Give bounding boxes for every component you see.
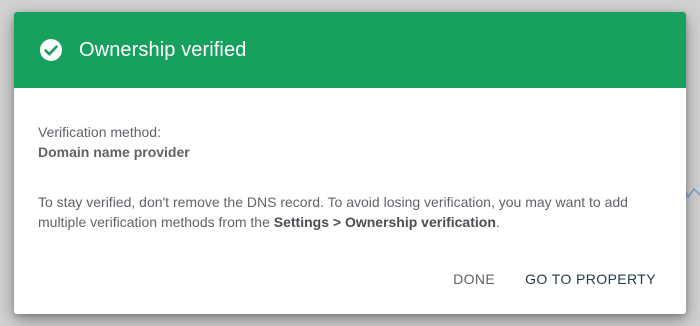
dialog-title: Ownership verified bbox=[79, 38, 247, 61]
settings-path-text: Settings > Ownership verification bbox=[273, 214, 496, 230]
dialog-header: Ownership verified bbox=[14, 12, 686, 88]
ownership-verified-dialog: Ownership verified Verification method: … bbox=[14, 12, 686, 314]
go-to-property-button[interactable]: GO TO PROPERTY bbox=[517, 265, 664, 293]
message-end: . bbox=[495, 214, 500, 230]
verification-message: To stay verified, don't remove the DNS r… bbox=[38, 192, 658, 232]
check-circle-icon bbox=[39, 38, 63, 62]
dialog-actions: DONE GO TO PROPERTY bbox=[445, 265, 664, 293]
done-button[interactable]: DONE bbox=[445, 265, 503, 293]
dialog-body: Verification method: Domain name provide… bbox=[14, 88, 686, 232]
verification-method-value: Domain name provider bbox=[38, 144, 190, 160]
verification-method-label: Verification method: bbox=[38, 124, 161, 140]
